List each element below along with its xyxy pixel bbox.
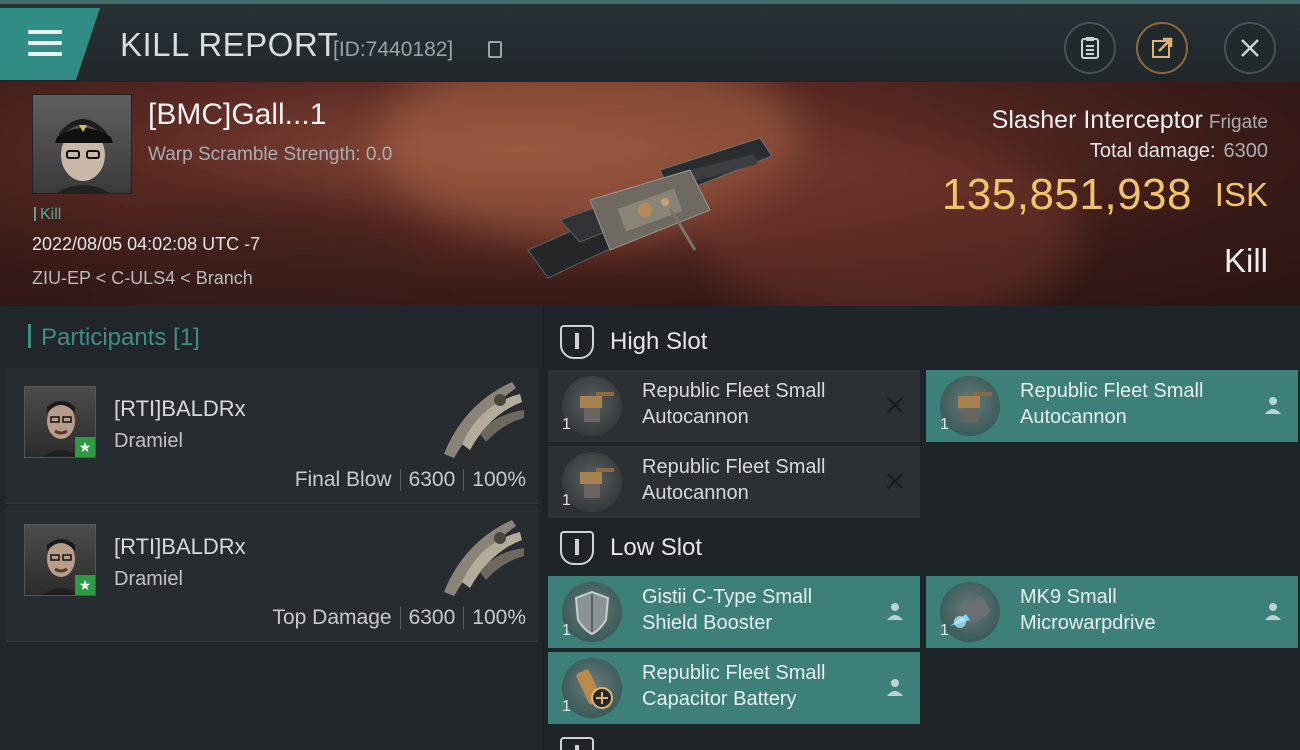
autocannon-icon: [562, 376, 622, 436]
participant-ship-image: [444, 520, 524, 596]
warp-scramble-strength: Warp Scramble Strength: 0.0: [148, 144, 393, 165]
module-name: Republic Fleet Small Capacitor Battery: [642, 662, 826, 710]
participant-percent: 100%: [472, 468, 526, 491]
dropped-person-icon: [1265, 397, 1281, 414]
module-name: MK9 Small Microwarpdrive: [1020, 586, 1156, 634]
module-item[interactable]: 1 Gistii C-Type Small Shield Booster: [548, 576, 920, 648]
module-item[interactable]: 1 Republic Fleet Small Autocannon: [548, 370, 920, 442]
module-item[interactable]: 1 Republic Fleet Small Capacitor Battery: [548, 652, 920, 724]
total-damage: Total damage: 6300: [1089, 140, 1268, 162]
kill-datetime: 2022/08/05 04:02:08 UTC -7: [32, 234, 261, 254]
participant-name: [RTI]BALDRx: [114, 534, 246, 559]
isk-value: 135,851,938: [941, 170, 1192, 219]
mid-slot-icon: [560, 737, 594, 750]
dropped-person-icon: [887, 679, 903, 696]
dropped-person-icon: [1265, 603, 1281, 620]
module-name: Republic Fleet Small Autocannon: [1020, 380, 1204, 428]
kill-location[interactable]: ZIU-EP < C-ULS4 < Branch: [32, 268, 253, 289]
fitting-panel: High Slot 1 Republic Fleet Small Autocan…: [544, 306, 1300, 750]
autocannon-icon: [940, 376, 1000, 436]
participant-ship-image: [444, 382, 524, 458]
dropped-person-icon: [887, 603, 903, 620]
participant-ship: Dramiel: [114, 430, 183, 452]
kill-tag: Kill: [34, 206, 61, 224]
microwarpdrive-icon: [940, 582, 1000, 642]
capacitor-battery-icon: [562, 658, 622, 718]
clipboard-icon: [1081, 37, 1099, 59]
top-bar: KILL REPORT [ID:7440182]: [0, 0, 1300, 82]
low-slot-header: Low Slot: [560, 528, 702, 568]
shield-booster-icon: [562, 582, 622, 642]
isk-unit: ISK: [1214, 176, 1268, 213]
participants-panel: Participants [1] ★ [RTI]BALDRx Dramiel F…: [0, 306, 542, 750]
autocannon-icon: [562, 452, 622, 512]
module-name: Republic Fleet Small Autocannon: [642, 380, 826, 428]
menu-button[interactable]: [0, 8, 100, 80]
kill-type: Kill: [1223, 242, 1268, 279]
participant-role: Final Blow: [294, 468, 392, 491]
destroyed-icon: [887, 473, 903, 489]
victim-portrait[interactable]: [32, 94, 132, 194]
participant-damage: 6300: [408, 468, 456, 491]
participant-card[interactable]: ★ [RTI]BALDRx Dramiel Top Damage 6300 10…: [6, 506, 538, 642]
module-item[interactable]: 1 MK9 Small Microwarpdrive: [926, 576, 1298, 648]
participant-percent: 100%: [472, 606, 526, 629]
victim-ship-name: Slasher Interceptor Frigate: [991, 106, 1268, 134]
module-name: Republic Fleet Small Autocannon: [642, 456, 826, 504]
module-item[interactable]: 1 Republic Fleet Small Autocannon: [548, 446, 920, 518]
participant-damage: 6300: [408, 606, 456, 629]
participant-card[interactable]: ★ [RTI]BALDRx Dramiel Final Blow 6300 10…: [6, 368, 538, 504]
victim-ship-image: [527, 137, 773, 279]
avatar[interactable]: ★: [24, 524, 96, 596]
victim-banner: [BMC]Gall...1 Warp Scramble Strength: 0.…: [0, 82, 1300, 306]
participant-ship: Dramiel: [114, 568, 183, 590]
participant-role: Top Damage: [272, 606, 392, 629]
module-item[interactable]: 1 Republic Fleet Small Autocannon: [926, 370, 1298, 442]
share-icon: [1152, 37, 1173, 58]
star-icon: ★: [75, 437, 95, 457]
close-icon: [1241, 39, 1259, 57]
share-button[interactable]: [1136, 22, 1188, 74]
victim-name: [BMC]Gall...1: [148, 98, 327, 131]
avatar[interactable]: ★: [24, 386, 96, 458]
menu-icon: [28, 30, 62, 34]
mid-slot-header: [560, 734, 610, 750]
page-title: KILL REPORT: [120, 26, 339, 63]
low-slot-icon: [560, 531, 594, 565]
high-slot-icon: [560, 325, 594, 359]
participant-name: [RTI]BALDRx: [114, 396, 246, 421]
destroyed-icon: [887, 397, 903, 413]
participant-stats: Top Damage 6300 100%: [272, 606, 526, 630]
report-id: [ID:7440182]: [333, 38, 454, 61]
clipboard-button[interactable]: [1064, 22, 1116, 74]
copy-icon[interactable]: [488, 41, 502, 58]
star-icon: ★: [75, 575, 95, 595]
participant-stats: Final Blow 6300 100%: [295, 468, 526, 492]
module-name: Gistii C-Type Small Shield Booster: [642, 586, 813, 634]
high-slot-header: High Slot: [560, 322, 707, 362]
close-button[interactable]: [1224, 22, 1276, 74]
participants-header: Participants [1]: [28, 324, 200, 352]
